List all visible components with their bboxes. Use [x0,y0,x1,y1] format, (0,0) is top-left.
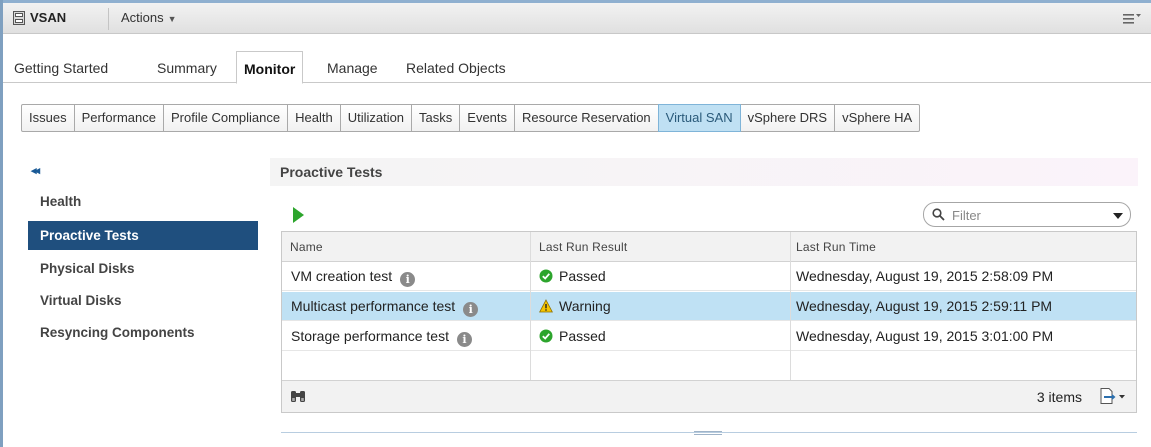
result-cell: Warning [539,298,611,314]
tab-getting-started[interactable]: Getting Started [14,60,108,76]
header-divider [108,8,109,30]
time-cell: Wednesday, August 19, 2015 3:01:00 PM [796,328,1054,344]
result-text: Warning [559,298,611,314]
nav-item-proactive-tests[interactable]: Proactive Tests [28,221,258,250]
subtab-issues[interactable]: Issues [21,104,75,132]
test-name-cell: Multicast performance test i [291,298,479,317]
test-name: Storage performance test [291,328,449,344]
result-text: Passed [559,328,606,344]
object-title: VSAN [30,10,67,25]
subtab-health[interactable]: Health [287,104,341,132]
filter-placeholder: Filter [952,208,981,223]
passed-check-icon [539,329,553,343]
export-icon[interactable] [1098,387,1126,405]
nav-item-health[interactable]: Health [28,187,258,216]
time-cell: Wednesday, August 19, 2015 2:59:11 PM [796,298,1053,314]
test-name-cell: VM creation test i [291,268,416,287]
subtab-resource-reservation[interactable]: Resource Reservation [514,104,659,132]
subtab-utilization[interactable]: Utilization [339,104,413,132]
column-header-last-run-time[interactable]: Last Run Time [796,240,876,254]
subtab-vsphere-ha[interactable]: vSphere HA [834,104,921,132]
subtab-events[interactable]: Events [459,104,516,132]
proactive-tests-grid: Name Last Run Result Last Run Time VM cr… [281,231,1137,413]
result-text: Passed [559,268,606,284]
vsan-cluster-icon [13,11,25,25]
test-name-cell: Storage performance test i [291,328,472,347]
subtab-profile-compliance[interactable]: Profile Compliance [163,104,289,132]
passed-check-icon [539,269,553,283]
actions-label: Actions [121,10,164,25]
result-cell: Passed [539,328,606,344]
monitor-sub-tabs: Issues Performance Profile Compliance He… [21,104,921,132]
time-cell: Wednesday, August 19, 2015 2:58:09 PM [796,268,1054,284]
column-divider [790,232,791,380]
tab-manage[interactable]: Manage [327,60,378,76]
warning-triangle-icon [539,299,553,313]
grid-footer: 3 items [282,380,1136,412]
top-tab-bar: Getting Started Summary Monitor Manage R… [3,48,1151,84]
tab-monitor[interactable]: Monitor [236,51,304,84]
chevron-down-icon[interactable] [1113,213,1123,219]
info-icon[interactable]: i [456,332,472,347]
column-divider [530,232,531,380]
test-name: VM creation test [291,268,393,284]
test-name: Multicast performance test [291,298,456,314]
resize-handle[interactable] [694,431,722,435]
table-row[interactable]: Multicast performance test i Warning Wedn… [282,292,1136,321]
play-icon[interactable] [293,207,304,223]
object-header: VSAN Actions ▼ [3,0,1151,34]
panel-title: Proactive Tests [280,164,383,180]
subtab-virtual-san[interactable]: Virtual SAN [657,104,741,132]
table-row[interactable]: Storage performance test i Passed Wednesd… [282,322,1136,351]
nav-item-virtual-disks[interactable]: Virtual Disks [28,286,258,315]
tab-summary[interactable]: Summary [157,60,217,76]
table-row[interactable]: VM creation test i Passed Wednesday, Augu… [282,262,1136,291]
tab-related-objects[interactable]: Related Objects [406,60,506,76]
subtab-performance[interactable]: Performance [73,104,164,132]
column-header-last-run-result[interactable]: Last Run Result [539,240,627,254]
search-icon [932,208,945,221]
subtab-vsphere-drs[interactable]: vSphere DRS [739,104,836,132]
subtab-tasks[interactable]: Tasks [411,104,461,132]
item-count: 3 items [1036,389,1082,405]
panel-header [270,158,1138,186]
chevron-down-icon: ▼ [167,14,177,24]
info-icon[interactable]: i [400,272,416,287]
nav-item-physical-disks[interactable]: Physical Disks [28,254,258,283]
info-icon[interactable]: i [463,302,479,317]
binoculars-icon[interactable] [290,390,306,403]
result-cell: Passed [539,268,606,284]
list-menu-icon[interactable] [1121,10,1143,26]
nav-item-resyncing-components[interactable]: Resyncing Components [28,318,258,347]
grid-header: Name Last Run Result Last Run Time [282,232,1136,262]
collapse-icon[interactable]: ◂◂ [31,164,40,177]
actions-menu[interactable]: Actions ▼ [121,10,177,25]
column-header-name[interactable]: Name [290,240,323,254]
filter-input[interactable]: Filter [923,202,1131,227]
